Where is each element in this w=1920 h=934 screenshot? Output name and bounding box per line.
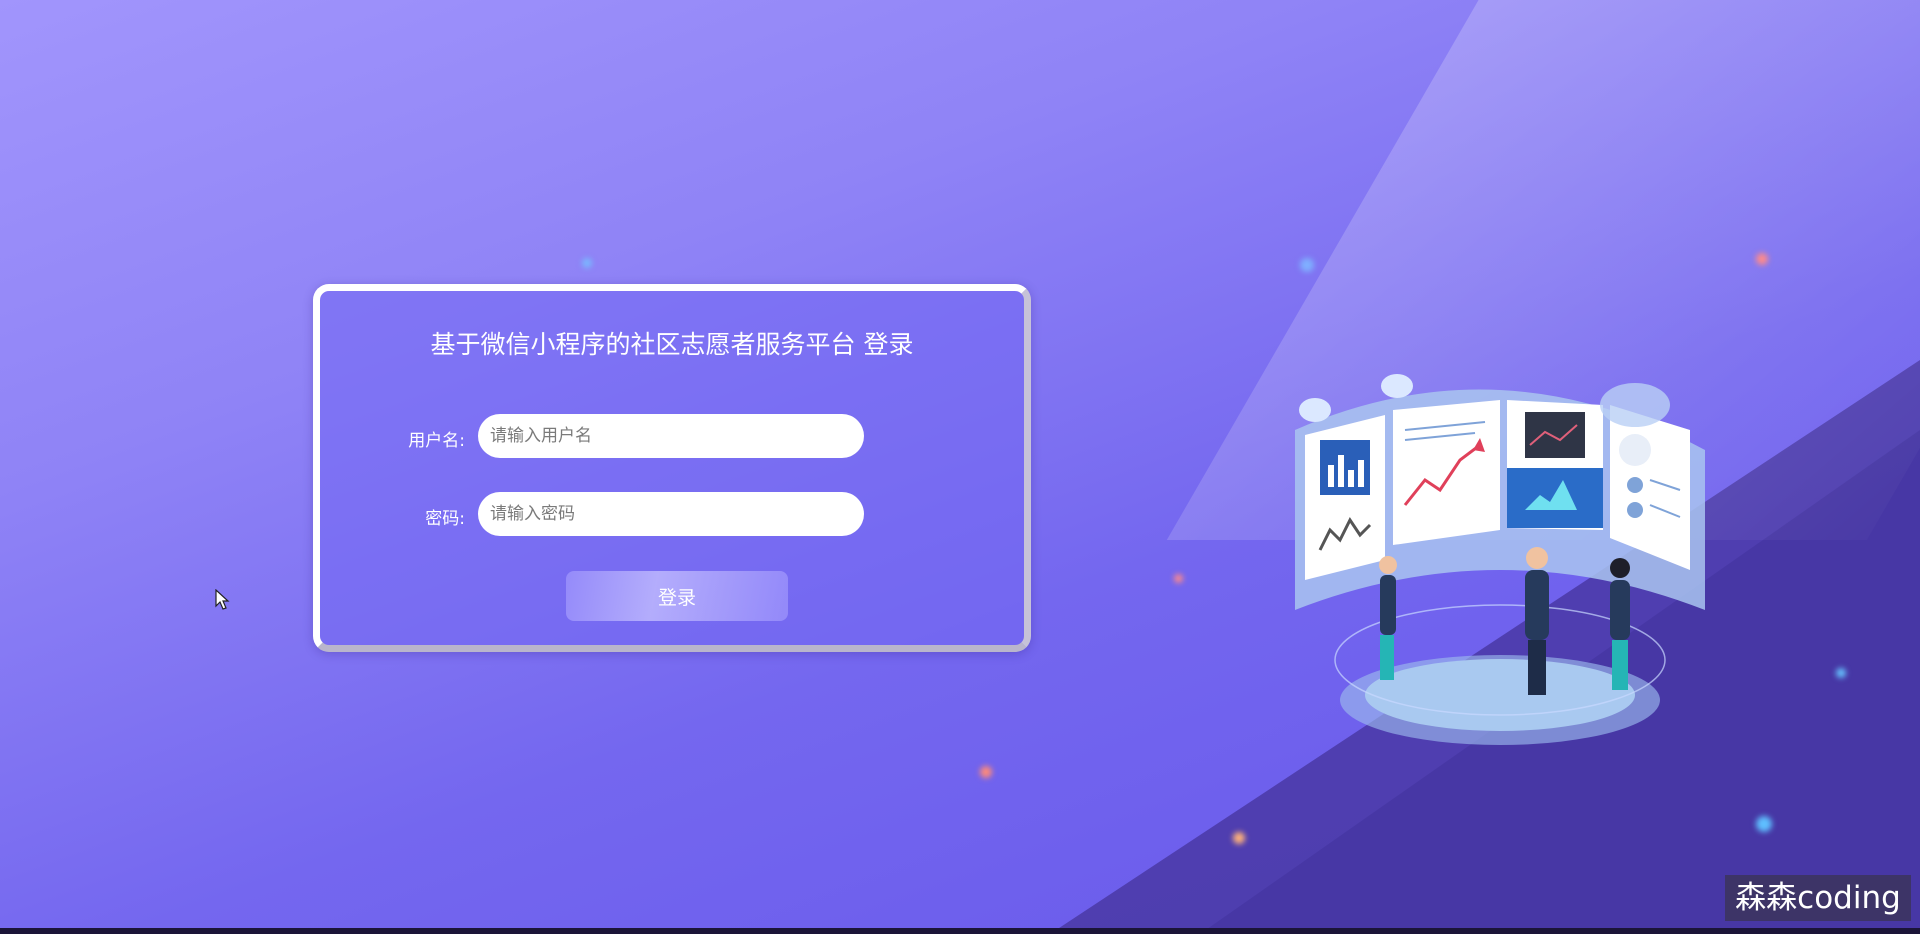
sparkle-dot (1756, 253, 1768, 265)
password-label: 密码: (425, 509, 465, 529)
login-card: 基于微信小程序的社区志愿者服务平台 登录 用户名: 密码: 登录 (313, 284, 1031, 652)
sparkle-dot (1300, 258, 1314, 272)
sparkle-dot (1756, 816, 1772, 832)
sparkle-dot (1233, 832, 1245, 844)
sparkle-dot (980, 766, 992, 778)
username-input[interactable] (478, 414, 864, 458)
bottom-bar (0, 928, 1920, 934)
username-label: 用户名: (408, 431, 465, 451)
sparkle-dot (582, 258, 592, 268)
sparkle-dot (1836, 668, 1846, 678)
login-title: 基于微信小程序的社区志愿者服务平台 登录 (430, 330, 914, 359)
watermark: 森森coding (1725, 875, 1911, 921)
password-input[interactable] (478, 492, 864, 536)
login-page: 基于微信小程序的社区志愿者服务平台 登录 用户名: 密码: 登录 森森codin… (0, 0, 1920, 934)
login-button[interactable]: 登录 (566, 571, 788, 621)
data-dashboard-illustration (1295, 374, 1705, 745)
sparkle-dot (1174, 574, 1183, 583)
mouse-cursor-icon (215, 589, 230, 610)
